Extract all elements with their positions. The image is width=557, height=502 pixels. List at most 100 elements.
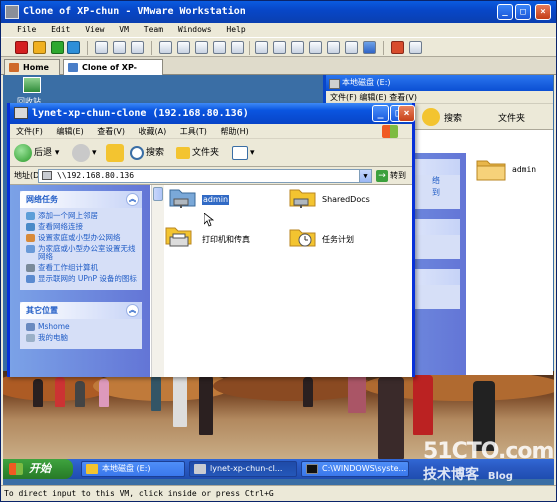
chevron-down-icon[interactable]: ▼ [359,170,371,182]
menu-file[interactable]: File [17,25,36,34]
watermark-subtitle: 技术博客 Blog [423,464,553,484]
menu-favorites[interactable]: 收藏(A) [139,127,167,136]
share-printers-faxes[interactable]: 打印机和传真 [164,225,274,259]
bg-link[interactable]: 络 [432,175,460,187]
collapse-icon[interactable]: ︽ [126,193,139,206]
tab-home[interactable]: Home [4,59,60,75]
maximize-button[interactable]: □ [515,4,531,20]
reset-icon[interactable] [67,41,80,54]
snapshot-manager-icon[interactable] [131,41,144,54]
menu-view[interactable]: 查看(V) [97,127,125,136]
share-scheduled-tasks[interactable]: 任务计划 [288,225,398,259]
folder-icon[interactable] [476,157,506,181]
share-admin[interactable]: admin [168,185,268,219]
explorer-close-button[interactable]: × [398,105,415,122]
back-button[interactable]: 后退 ▾ [14,143,59,163]
task-view-connections[interactable]: 查看网络连接 [26,223,138,231]
up-button[interactable] [106,143,126,163]
menu-file[interactable]: 文件(F) [16,127,43,136]
revert-snapshot-icon[interactable] [113,41,126,54]
appliance-view-icon[interactable] [345,41,358,54]
taskbar-button-cmd[interactable]: C:\WINDOWS\syste... [301,461,409,477]
bg-menu-item[interactable]: 文件(F) [330,93,357,102]
snapshot-icon[interactable] [95,41,108,54]
record-icon[interactable] [391,41,404,54]
menu-windows[interactable]: Windows [178,25,212,34]
forward-button[interactable]: ▾ [72,143,97,163]
menu-view[interactable]: View [85,25,104,34]
bg-folders-button[interactable]: 文件夹 [498,111,525,124]
menu-edit[interactable]: 编辑(E) [56,127,83,136]
other-places-title: 其它位置 [26,306,58,315]
full-screen-icon[interactable] [291,41,304,54]
bg-menu-item[interactable]: 编辑(E) [359,93,386,102]
bg-menu-item[interactable]: 查看(V) [389,93,417,102]
show-sidebar-icon[interactable] [255,41,268,54]
recycle-bin-icon[interactable] [23,77,41,93]
tab-clone-of-xp-chun[interactable]: Clone of XP-chun [63,59,163,87]
taskbar-button-local-disk[interactable]: 本地磁盘 (E:) [81,461,185,477]
place-my-computer[interactable]: 我的电脑 [26,334,138,342]
scrollbar-thumb[interactable] [153,187,163,201]
guest-desktop[interactable]: 回收站 本地磁盘 (E:) 文件(F) 编辑(E) 查看(V) 搜索 文件夹 络… [3,75,554,485]
team-icon-4[interactable] [213,41,226,54]
start-button[interactable]: 开始 [3,459,73,479]
task-setup-wireless[interactable]: 为家庭或小型办公室设置无线网络 [26,245,138,261]
address-input[interactable]: \\192.168.80.136 ▼ [38,169,372,183]
views-button[interactable]: ▾ [232,143,255,163]
menu-tools[interactable]: 工具(T) [180,127,207,136]
menu-team[interactable]: Team [144,25,163,34]
chevron-down-icon[interactable]: ▾ [250,148,255,158]
place-mshome[interactable]: Mshome [26,323,138,331]
bg-link[interactable]: 到 [432,187,460,199]
search-button[interactable]: 搜索 [130,143,164,163]
share-shareddocs[interactable]: SharedDocs [288,185,398,219]
share-label: 打印机和传真 [202,235,250,244]
task-show-upnp[interactable]: 显示联网的 UPnP 设备的图标 [26,275,138,283]
display-toggle-icon[interactable] [363,41,376,54]
team-icon-3[interactable] [195,41,208,54]
minimize-button[interactable]: _ [497,4,513,20]
task-view-workgroup[interactable]: 查看工作组计算机 [26,264,138,272]
wallpaper-person [33,379,43,407]
bg-window-title[interactable]: 本地磁盘 (E:) [326,75,553,91]
collapse-icon[interactable]: ︽ [126,304,139,317]
quick-switch-icon[interactable] [273,41,286,54]
network-tasks-list: 添加一个网上邻居 查看网络连接 设置家庭或小型办公网络 为家庭或小型办公室设置无… [20,208,142,290]
menu-help[interactable]: 帮助(H) [220,127,248,136]
bg-search-button[interactable]: 搜索 [444,111,462,124]
task-setup-home-network[interactable]: 设置家庭或小型办公网络 [26,234,138,242]
go-button[interactable]: → 转到 [376,169,412,183]
taskbar-button-explorer[interactable]: lynet-xp-chun-cl... [189,461,297,477]
power-off-icon[interactable] [15,41,28,54]
vmware-titlebar[interactable]: Clone of XP-chun - VMware Workstation _ … [1,1,556,23]
vmware-menubar: File Edit View VM Team Windows Help [1,23,556,37]
vertical-scrollbar[interactable] [151,185,164,377]
vmware-app-icon [5,5,19,19]
chevron-down-icon[interactable]: ▾ [55,148,60,158]
replay-icon[interactable] [409,41,422,54]
power-on-icon[interactable] [51,41,64,54]
menu-edit[interactable]: Edit [51,25,70,34]
explorer-minimize-button[interactable]: _ [372,105,389,122]
console-view-icon[interactable] [309,41,322,54]
menu-vm[interactable]: VM [119,25,129,34]
folders-button[interactable]: 文件夹 [176,143,219,163]
suspend-icon[interactable] [33,41,46,54]
team-icon-2[interactable] [177,41,190,54]
chevron-down-icon[interactable]: ▾ [92,148,97,158]
summary-view-icon[interactable] [327,41,340,54]
close-button[interactable]: × [535,4,551,20]
other-places-header[interactable]: 其它位置 ︽ [20,302,142,319]
menu-help[interactable]: Help [226,25,245,34]
explorer-titlebar[interactable]: lynet-xp-chun-clone (192.168.80.136) _ □… [10,103,415,124]
up-folder-icon[interactable] [422,108,440,126]
vmware-statusbar: To direct input to this VM, click inside… [1,485,556,501]
team-icon-1[interactable] [159,41,172,54]
team-icon-5[interactable] [231,41,244,54]
other-places-list: Mshome 我的电脑 [20,319,142,349]
watermark-blog-cn: 技术博客 [423,467,479,483]
task-add-network-place[interactable]: 添加一个网上邻居 [26,212,138,220]
network-tasks-header[interactable]: 网络任务 ︽ [20,191,142,208]
network-folder-icon [14,107,28,119]
